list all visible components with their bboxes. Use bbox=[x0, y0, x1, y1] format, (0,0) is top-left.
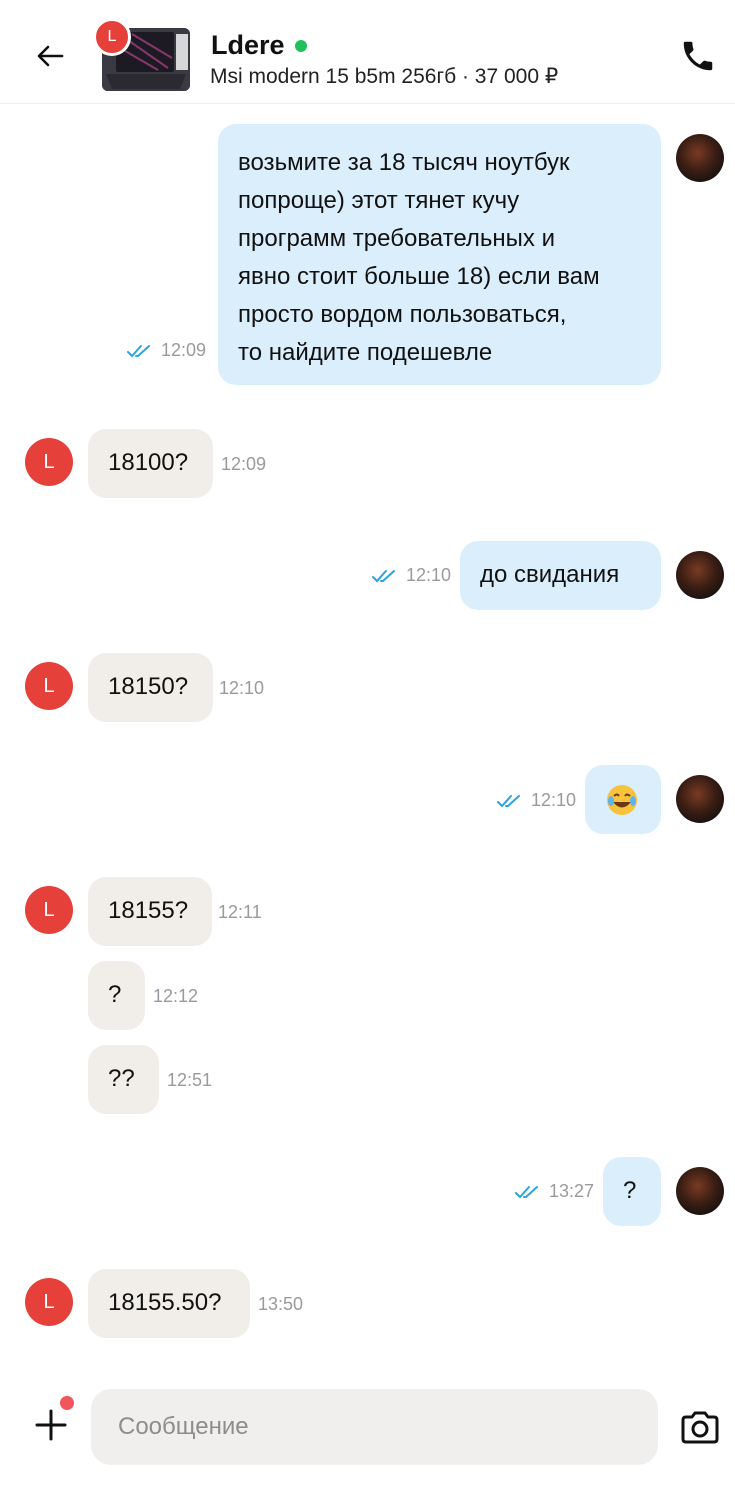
my-avatar bbox=[676, 775, 724, 823]
message-text: ? bbox=[108, 981, 122, 1008]
incoming-message[interactable]: 18150? bbox=[88, 653, 213, 722]
my-avatar bbox=[676, 1167, 724, 1215]
camera-button[interactable] bbox=[676, 1404, 724, 1452]
message-input[interactable] bbox=[91, 1389, 658, 1465]
double-check-icon bbox=[372, 570, 395, 583]
message-text: до свидания bbox=[480, 561, 620, 588]
message-text: 18100? bbox=[108, 449, 189, 476]
message-text: 18155? bbox=[108, 897, 189, 924]
seller-avatar: L bbox=[25, 886, 73, 934]
message-text: 18150? bbox=[108, 673, 189, 700]
outgoing-message[interactable]: возьмите за 18 тысяч ноутбук попроще) эт… bbox=[218, 124, 661, 385]
back-arrow-icon bbox=[37, 45, 64, 67]
message-time: 13:50 bbox=[258, 1294, 304, 1314]
message-text: ?? bbox=[108, 1065, 135, 1092]
message-time: 12:11 bbox=[218, 902, 262, 922]
plus-icon bbox=[35, 1409, 67, 1441]
seller-initial: L bbox=[107, 28, 117, 45]
message-line: программ требовательных и bbox=[238, 225, 555, 252]
seller-avatar: L bbox=[25, 438, 73, 486]
notification-dot bbox=[60, 1396, 74, 1410]
double-check-icon bbox=[515, 1186, 538, 1199]
message-time: 12:09 bbox=[221, 454, 267, 474]
outgoing-message[interactable]: до свидания bbox=[460, 541, 661, 610]
message-line: явно стоит больше 18) если вам bbox=[238, 263, 600, 290]
message-text: 18155.50? bbox=[108, 1289, 222, 1316]
camera-icon bbox=[681, 1411, 719, 1444]
message-time: 12:10 bbox=[219, 678, 265, 698]
incoming-message[interactable]: ? bbox=[88, 961, 145, 1030]
message-list[interactable]: возьмите за 18 тысяч ноутбук попроще) эт… bbox=[0, 104, 735, 1366]
incoming-message[interactable]: 18100? bbox=[88, 429, 213, 498]
incoming-message[interactable]: 18155? bbox=[88, 877, 212, 946]
message-line: возьмите за 18 тысяч ноутбук bbox=[238, 149, 570, 176]
message-line: то найдите подешевле bbox=[238, 339, 493, 366]
message-time: 12:51 bbox=[167, 1070, 213, 1090]
outgoing-message[interactable]: 😂 bbox=[585, 765, 661, 834]
outgoing-message[interactable]: ? bbox=[603, 1157, 661, 1226]
message-line: попроще) этот тянет кучу bbox=[238, 187, 520, 214]
contact-name[interactable]: Ldere bbox=[211, 30, 307, 61]
my-avatar bbox=[676, 134, 724, 182]
message-time: 12:10 bbox=[497, 790, 576, 811]
back-button[interactable] bbox=[30, 36, 70, 76]
message-line: просто вордом пользоваться, bbox=[238, 301, 567, 328]
call-button[interactable] bbox=[676, 34, 720, 78]
listing-info[interactable]: Msi modern 15 b5m 256гб · 37 000 ₽ bbox=[210, 64, 558, 89]
seller-avatar-badge: L bbox=[93, 18, 131, 56]
online-status-dot bbox=[294, 39, 307, 52]
message-time: 13:27 bbox=[515, 1181, 594, 1202]
contact-name-text: Ldere bbox=[211, 30, 285, 60]
phone-icon bbox=[683, 41, 713, 71]
seller-avatar: L bbox=[25, 662, 73, 710]
double-check-icon bbox=[497, 795, 520, 808]
message-time: 12:12 bbox=[153, 986, 199, 1006]
incoming-message[interactable]: 18155.50? bbox=[88, 1269, 250, 1338]
message-time: 12:09 bbox=[127, 340, 206, 361]
my-avatar bbox=[676, 551, 724, 599]
message-text: ? bbox=[623, 1177, 637, 1204]
double-check-icon bbox=[127, 345, 150, 358]
chat-header: L Ldere Msi modern 15 b5m 256гб · 37 000… bbox=[0, 0, 735, 104]
incoming-message[interactable]: ?? bbox=[88, 1045, 159, 1114]
message-time: 12:10 bbox=[372, 565, 451, 586]
seller-avatar: L bbox=[25, 1278, 73, 1326]
laughing-emoji-icon bbox=[607, 784, 637, 815]
